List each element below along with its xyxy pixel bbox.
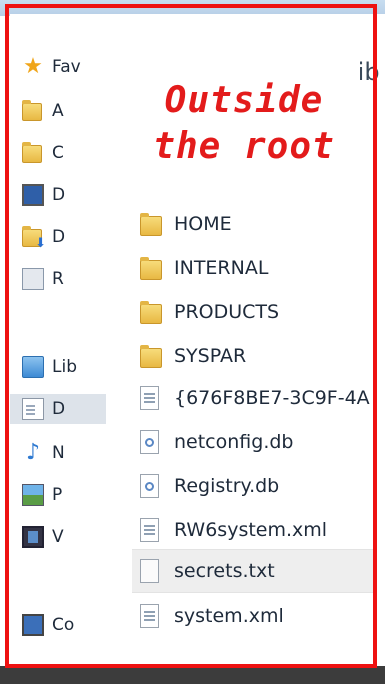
config-file-icon [140, 386, 162, 410]
file-row-registry-db[interactable]: Registry.db [140, 467, 385, 505]
file-name: Registry.db [174, 475, 280, 497]
desktop-icon [22, 184, 44, 206]
music-icon: ♪ [25, 440, 41, 465]
database-file-icon [140, 474, 162, 498]
nav-item-folder-a[interactable]: A [22, 96, 64, 126]
nav-item-label: D [52, 227, 66, 247]
folder-icon [22, 100, 44, 122]
database-file-icon [140, 430, 162, 454]
config-file-icon [140, 518, 162, 542]
file-row-rw6system-xml[interactable]: RW6system.xml [140, 511, 385, 549]
folder-icon [140, 212, 162, 236]
file-row-internal[interactable]: INTERNAL [140, 249, 385, 287]
nav-item-computer[interactable]: Co [22, 610, 74, 640]
file-row-secrets-txt[interactable]: secrets.txt [132, 549, 377, 593]
nav-item-label: P [52, 485, 63, 505]
file-row-guid-config[interactable]: {676F8BE7-3C9F-4A [140, 379, 385, 417]
nav-item-downloads[interactable]: ⬇ D [22, 222, 65, 252]
file-row-netconfig-db[interactable]: netconfig.db [140, 423, 385, 461]
navigation-pane: ★ Fav A C D ⬇ D R Lib D ♪ N P V Co [10, 14, 106, 664]
file-name: RW6system.xml [174, 519, 328, 541]
file-name: SYSPAR [174, 345, 247, 367]
folder-icon [22, 142, 44, 164]
nav-item-libraries[interactable]: Lib [22, 352, 77, 382]
file-row-syspar[interactable]: SYSPAR [140, 337, 385, 375]
folder-icon [140, 256, 162, 280]
videos-icon [22, 526, 44, 548]
nav-item-videos[interactable]: V [22, 522, 64, 552]
pictures-icon [22, 484, 44, 506]
explorer-window: ★ Fav A C D ⬇ D R Lib D ♪ N P V Co lib H… [10, 14, 385, 664]
nav-item-label: R [52, 269, 64, 289]
taskbar-strip [0, 666, 385, 684]
file-row-products[interactable]: PRODUCTS [140, 293, 385, 331]
file-row-home[interactable]: HOME [140, 205, 385, 243]
nav-item-label: N [52, 443, 65, 463]
annotation-line-2: the root [153, 126, 335, 167]
libraries-icon [22, 356, 44, 378]
config-file-icon [140, 604, 162, 628]
file-name: INTERNAL [174, 257, 269, 279]
nav-item-label: A [52, 101, 64, 121]
nav-item-documents[interactable]: D [10, 394, 106, 424]
nav-item-label: V [52, 527, 64, 547]
file-name: PRODUCTS [174, 301, 280, 323]
nav-item-label: Co [52, 615, 75, 635]
star-icon: ★ [23, 54, 43, 79]
nav-item-label: C [52, 143, 64, 163]
downloads-folder-icon: ⬇ [22, 226, 46, 250]
file-name: secrets.txt [174, 560, 275, 582]
nav-item-label: Lib [52, 357, 77, 377]
nav-item-favorites[interactable]: ★ Fav [22, 52, 81, 82]
folder-icon [140, 300, 162, 324]
nav-item-desktop[interactable]: D [22, 180, 65, 210]
computer-icon [22, 614, 44, 636]
nav-item-music[interactable]: ♪ N [22, 438, 65, 468]
text-file-icon [140, 559, 162, 583]
nav-item-label: D [52, 399, 66, 419]
nav-item-label: D [52, 185, 66, 205]
nav-item-recent-places[interactable]: R [22, 264, 64, 294]
file-name: HOME [174, 213, 232, 235]
file-row-system-xml[interactable]: system.xml [140, 597, 385, 635]
annotation-line-1: Outside [164, 80, 324, 121]
file-name: system.xml [174, 605, 284, 627]
folder-icon [140, 344, 162, 368]
file-name: {676F8BE7-3C9F-4A [174, 387, 370, 409]
file-name: netconfig.db [174, 431, 294, 453]
nav-item-pictures[interactable]: P [22, 480, 62, 510]
recent-places-icon [22, 268, 44, 290]
nav-item-label: Fav [52, 57, 81, 77]
documents-icon [22, 398, 44, 420]
nav-item-folder-c[interactable]: C [22, 138, 64, 168]
annotation-callout: Outside the root [128, 54, 360, 194]
